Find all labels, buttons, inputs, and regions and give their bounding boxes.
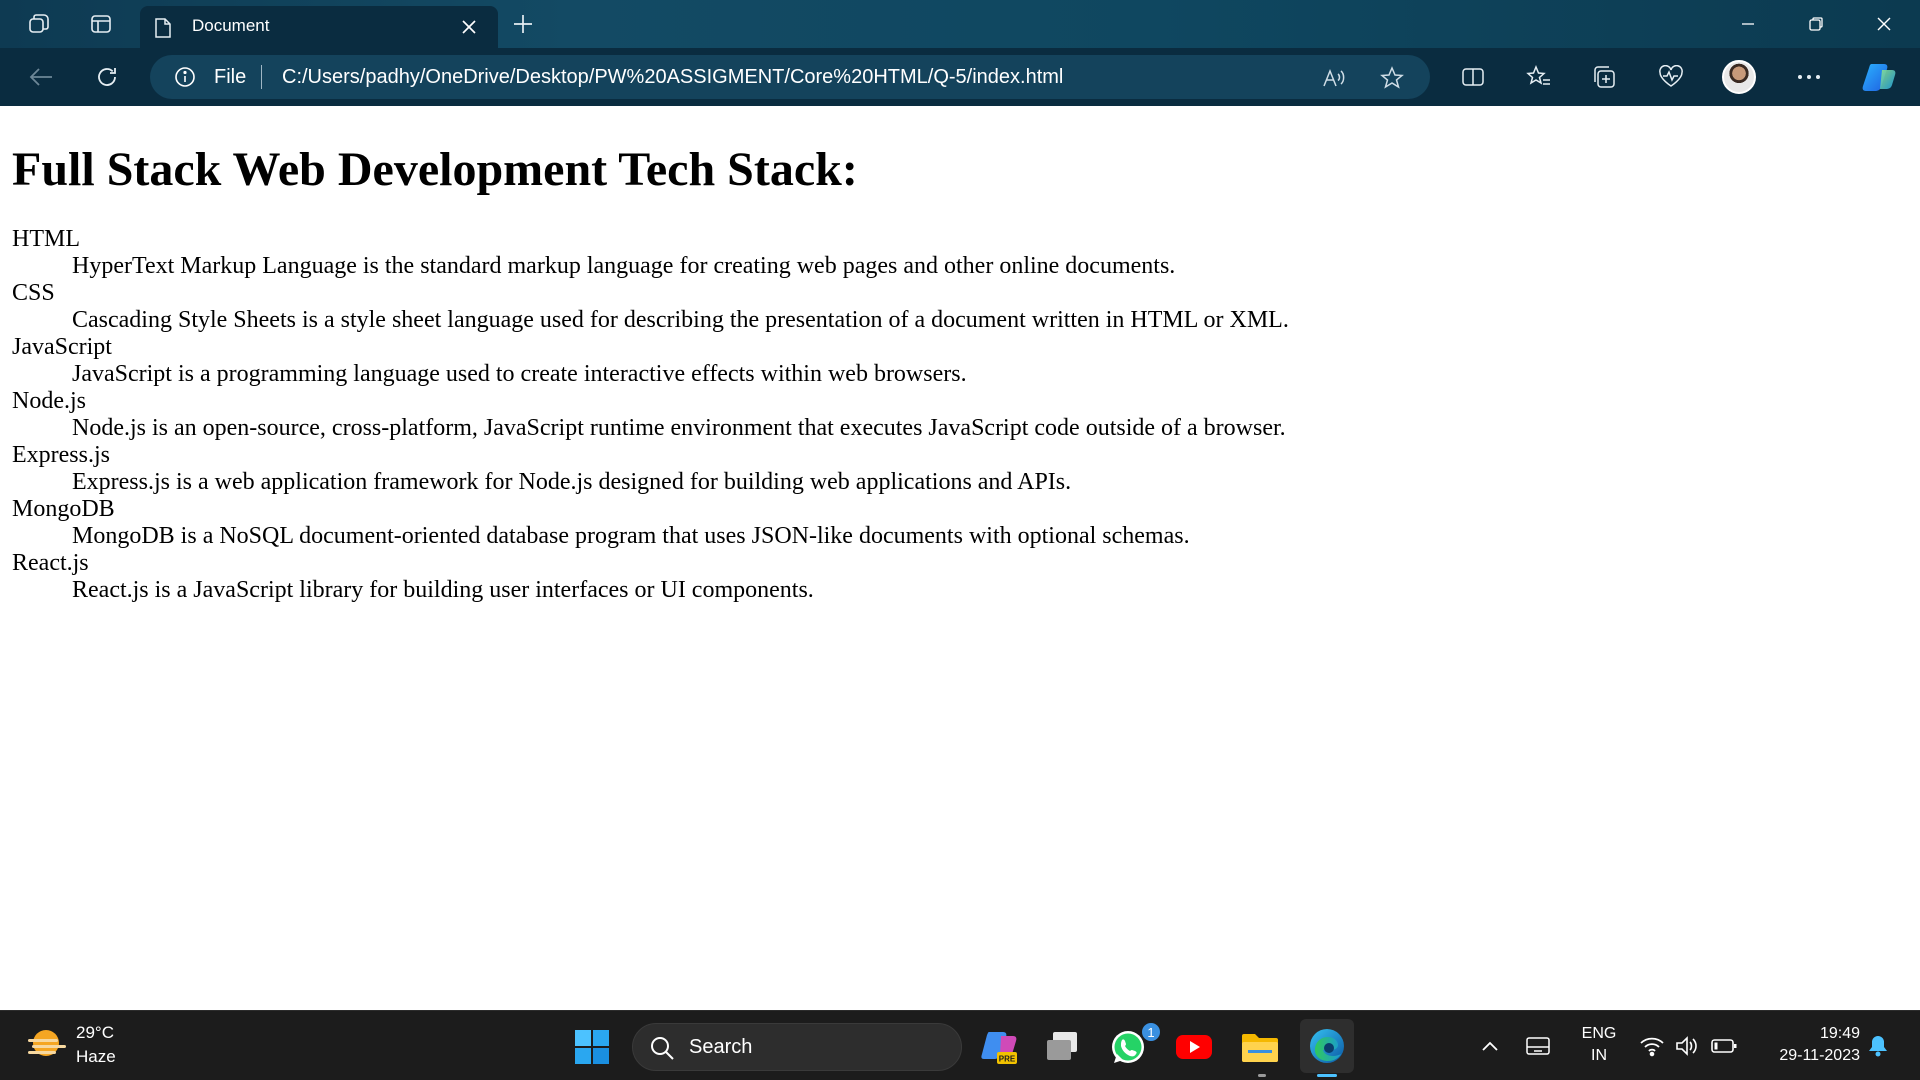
favorites-icon[interactable] [1522,60,1556,94]
term-mongodb: MongoDB [12,496,115,522]
weather-temperature: 29°C [76,1023,114,1042]
description-mongodb: MongoDB is a NoSQL document-oriented dat… [72,523,1190,549]
page-viewport: Full Stack Web Development Tech Stack: H… [0,106,1920,1010]
tab-document[interactable]: Document [140,6,498,48]
address-scheme: File [214,66,247,88]
term-css: CSS [12,280,55,306]
search-icon [649,1035,675,1065]
file-explorer-icon[interactable] [1236,1023,1284,1071]
info-icon[interactable] [174,66,196,92]
taskbar: 29°C Haze Search PRE 1 ENG IN 19:49 29-1… [0,1010,1920,1080]
vertical-tabs-icon[interactable] [86,9,116,39]
browser-toolbar: File C:/Users/padhy/OneDrive/Desktop/PW%… [0,48,1920,106]
svg-text:PRE: PRE [999,1055,1016,1064]
clock-date: 29-11-2023 [1779,1047,1860,1064]
term-reactjs: React.js [12,550,89,576]
new-tab-icon[interactable] [508,9,538,39]
term-html: HTML [12,226,80,252]
workspaces-icon[interactable] [24,9,54,39]
youtube-icon[interactable] [1170,1023,1218,1071]
language-code: ENG [1581,1025,1617,1042]
copilot-icon[interactable] [1862,60,1896,94]
description-nodejs: Node.js is an open-source, cross-platfor… [72,415,1286,441]
description-css: Cascading Style Sheets is a style sheet … [72,307,1289,333]
minimize-icon[interactable] [1730,8,1766,40]
profile-avatar[interactable] [1722,60,1756,94]
address-divider [261,65,262,89]
taskbar-search[interactable]: Search [632,1023,962,1071]
search-placeholder: Search [689,1036,753,1058]
close-icon[interactable] [458,16,480,38]
volume-icon[interactable] [1672,1031,1704,1061]
description-expressjs: Express.js is a web application framewor… [72,469,1072,495]
chevron-up-icon[interactable] [1474,1031,1506,1061]
touch-keyboard-icon[interactable] [1522,1031,1554,1061]
window-close-icon[interactable] [1866,8,1902,40]
notification-bell-icon[interactable] [1862,1031,1894,1061]
browser-titlebar: Document [0,0,1920,48]
refresh-icon[interactable] [90,60,124,94]
page-title: Full Stack Web Development Tech Stack: [12,143,858,196]
document-icon [154,17,172,43]
task-view-icon[interactable] [1038,1023,1086,1071]
file-explorer-running-indicator [1258,1074,1266,1077]
edge-browser-icon[interactable] [1300,1019,1354,1073]
restore-icon[interactable] [1798,8,1834,40]
tab-title: Document [192,16,270,35]
term-expressjs: Express.js [12,442,110,468]
term-nodejs: Node.js [12,388,86,414]
description-html: HyperText Markup Language is the standar… [72,253,1176,279]
wifi-icon[interactable] [1636,1031,1668,1061]
language-indicator[interactable]: ENG IN [1574,1023,1624,1067]
notification-badge: 1 [1140,1021,1162,1043]
browser-essentials-icon[interactable] [1654,60,1688,94]
avatar [1722,60,1756,94]
more-icon[interactable] [1792,60,1826,94]
region-code: IN [1591,1047,1607,1064]
favorite-star-icon[interactable] [1378,64,1406,92]
system-clock[interactable]: 19:49 29-11-2023 [1750,1023,1860,1067]
back-icon[interactable] [24,60,58,94]
read-aloud-icon[interactable] [1320,64,1348,92]
start-button[interactable] [568,1023,616,1071]
weather-description: Haze [76,1047,116,1066]
tech-stack-list: HTML HyperText Markup Language is the st… [12,226,1892,604]
description-javascript: JavaScript is a programming language use… [72,361,967,387]
battery-icon[interactable] [1708,1031,1740,1061]
address-url[interactable]: C:/Users/padhy/OneDrive/Desktop/PW%20ASS… [282,66,1063,89]
haze-sun-icon [28,1030,66,1056]
split-screen-icon[interactable] [1456,60,1490,94]
description-reactjs: React.js is a JavaScript library for bui… [72,577,814,603]
collections-icon[interactable] [1588,60,1622,94]
copilot-preview-app-icon[interactable]: PRE [976,1023,1024,1071]
clock-time: 19:49 [1819,1025,1860,1042]
windows-logo-icon [575,1030,609,1064]
edge-active-indicator [1317,1074,1337,1077]
address-bar[interactable]: File C:/Users/padhy/OneDrive/Desktop/PW%… [150,55,1430,99]
term-javascript: JavaScript [12,334,112,360]
